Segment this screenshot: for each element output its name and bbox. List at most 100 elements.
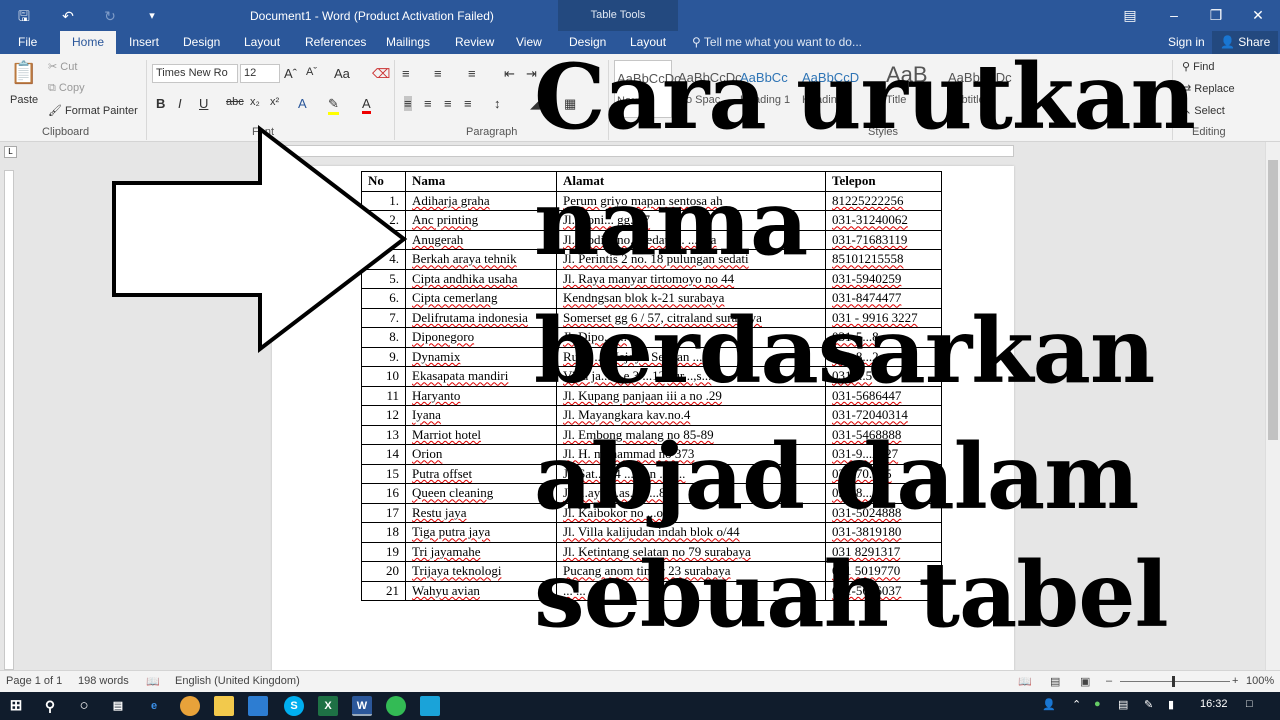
bold-icon[interactable]: B	[156, 96, 165, 111]
tab-review[interactable]: Review	[455, 35, 494, 49]
battery-icon[interactable]: ▮	[1168, 698, 1174, 711]
bullets-icon[interactable]: ≡	[402, 66, 410, 81]
grow-font-icon[interactable]: Aˆ	[284, 66, 297, 81]
task-view-icon[interactable]: ▤	[108, 696, 128, 716]
font-size-box[interactable]: 12	[240, 64, 280, 83]
table-cell[interactable]: 20	[361, 561, 406, 582]
table-cell[interactable]: 11	[361, 385, 406, 406]
font-name-box[interactable]: Times New Ro	[152, 64, 238, 83]
restore-button[interactable]: ❐	[1204, 4, 1228, 26]
web-layout-icon[interactable]: ▣	[1080, 675, 1090, 688]
copy-button[interactable]: ⧉ Copy	[48, 82, 85, 95]
table-cell[interactable]: 16	[361, 483, 406, 504]
share-button[interactable]: 👤 Share	[1212, 31, 1279, 54]
tab-insert[interactable]: Insert	[129, 35, 159, 49]
save-icon[interactable]: 🖫	[14, 6, 34, 26]
tab-design[interactable]: Design	[183, 35, 220, 49]
shrink-font-icon[interactable]: Aˇ	[306, 66, 317, 78]
close-button[interactable]: ✕	[1246, 4, 1270, 26]
tab-file[interactable]: File	[18, 35, 37, 49]
vertical-scrollbar[interactable]	[1265, 142, 1280, 670]
underline-icon[interactable]: U	[199, 96, 208, 111]
strikethrough-icon[interactable]: abc	[226, 96, 244, 108]
table-cell[interactable]: Iyana	[405, 405, 557, 426]
tab-mailings[interactable]: Mailings	[386, 35, 430, 49]
multilevel-list-icon[interactable]: ≡	[468, 66, 476, 81]
header-cell[interactable]: Telepon	[825, 171, 942, 192]
clear-formatting-icon[interactable]: ⌫	[372, 66, 390, 82]
change-case-icon[interactable]: Aa	[334, 66, 350, 81]
customize-quick-access-icon[interactable]: ▾	[142, 6, 162, 26]
table-cell[interactable]: 12	[361, 405, 406, 426]
chevron-up-icon[interactable]: ⌃	[1072, 698, 1081, 711]
print-layout-icon[interactable]: ▤	[1050, 675, 1060, 688]
read-mode-icon[interactable]: 📖	[1018, 675, 1032, 688]
table-cell[interactable]: 031-71683119	[825, 229, 942, 250]
table-cell[interactable]: 14	[361, 444, 406, 465]
format-painter-button[interactable]: 🖌 Format Painter	[48, 104, 138, 117]
line-spacing-icon[interactable]: ↕	[494, 96, 501, 111]
network-icon[interactable]: ▤	[1118, 698, 1128, 711]
superscript-icon[interactable]: x²	[270, 96, 279, 108]
file-explorer-icon[interactable]	[214, 696, 234, 716]
subscript-icon[interactable]: x₂	[250, 96, 260, 108]
table-cell[interactable]: 031-72040314	[825, 405, 942, 426]
vertical-ruler[interactable]	[4, 170, 14, 670]
zoom-level[interactable]: 100%	[1246, 675, 1274, 687]
zoom-slider[interactable]	[1120, 681, 1230, 682]
table-cell[interactable]: 10	[361, 366, 406, 387]
italic-icon[interactable]: I	[178, 96, 182, 111]
app-icon[interactable]	[420, 696, 440, 716]
app-icon[interactable]	[386, 696, 406, 716]
ribbon-display-options-icon[interactable]: ▤	[1118, 4, 1142, 26]
table-cell[interactable]: 21	[361, 580, 406, 601]
redo-icon[interactable]: ↻	[100, 6, 120, 26]
zoom-in-icon[interactable]: +	[1232, 675, 1238, 687]
align-left-icon[interactable]: ≡	[404, 96, 412, 111]
tab-layout[interactable]: Layout	[244, 35, 280, 49]
undo-icon[interactable]: ↶	[58, 6, 78, 26]
align-center-icon[interactable]: ≡	[424, 96, 432, 111]
table-cell[interactable]: 031-5940259	[825, 268, 942, 289]
scroll-thumb[interactable]	[1268, 160, 1278, 440]
table-cell[interactable]: 81225222256	[825, 190, 942, 211]
edge-icon[interactable]: e	[144, 696, 164, 716]
table-cell[interactable]: 13	[361, 424, 406, 445]
proofing-icon[interactable]: 📖	[146, 675, 160, 688]
minimize-button[interactable]: –	[1162, 4, 1186, 26]
zoom-slider-thumb[interactable]	[1172, 676, 1175, 687]
clock[interactable]: 16:32	[1200, 698, 1228, 710]
cortana-icon[interactable]: ○	[74, 696, 94, 716]
paste-button[interactable]: Paste	[10, 94, 38, 106]
chrome-icon[interactable]	[180, 696, 200, 716]
zoom-out-icon[interactable]: –	[1106, 675, 1112, 687]
table-cell[interactable]: 19	[361, 541, 406, 562]
excel-icon[interactable]: X	[318, 696, 338, 716]
table-cell[interactable]: 17	[361, 502, 406, 523]
table-cell[interactable]: 15	[361, 463, 406, 484]
language-indicator[interactable]: English (United Kingdom)	[175, 675, 300, 687]
skype-icon[interactable]: S	[284, 696, 304, 716]
notifications-icon[interactable]: □	[1246, 698, 1253, 710]
table-cell[interactable]: 031-31240062	[825, 210, 942, 231]
numbering-icon[interactable]: ≡	[434, 66, 442, 81]
tab-selector[interactable]: L	[4, 146, 17, 158]
security-icon[interactable]: ●	[1094, 698, 1101, 710]
text-effects-icon[interactable]: A	[298, 96, 307, 111]
search-icon[interactable]: ⚲	[40, 696, 60, 716]
table-cell[interactable]: 85101215558	[825, 249, 942, 270]
decrease-indent-icon[interactable]: ⇤	[504, 66, 515, 82]
tab-home[interactable]: Home	[60, 31, 117, 54]
highlight-icon[interactable]: ✎	[328, 96, 339, 115]
desktop-icon[interactable]	[248, 696, 268, 716]
people-icon[interactable]: 👤	[1042, 698, 1056, 711]
table-cell[interactable]: 18	[361, 522, 406, 543]
word-icon[interactable]: W	[352, 696, 372, 716]
cut-button[interactable]: ✂ Cut	[48, 60, 77, 73]
page-count[interactable]: Page 1 of 1	[6, 675, 62, 687]
justify-icon[interactable]: ≡	[464, 96, 472, 111]
windows-start-icon[interactable]: ⊞	[6, 696, 26, 716]
pen-icon[interactable]: ✎	[1144, 698, 1153, 711]
font-color-icon[interactable]: A	[362, 96, 371, 114]
tab-references[interactable]: References	[305, 35, 366, 49]
